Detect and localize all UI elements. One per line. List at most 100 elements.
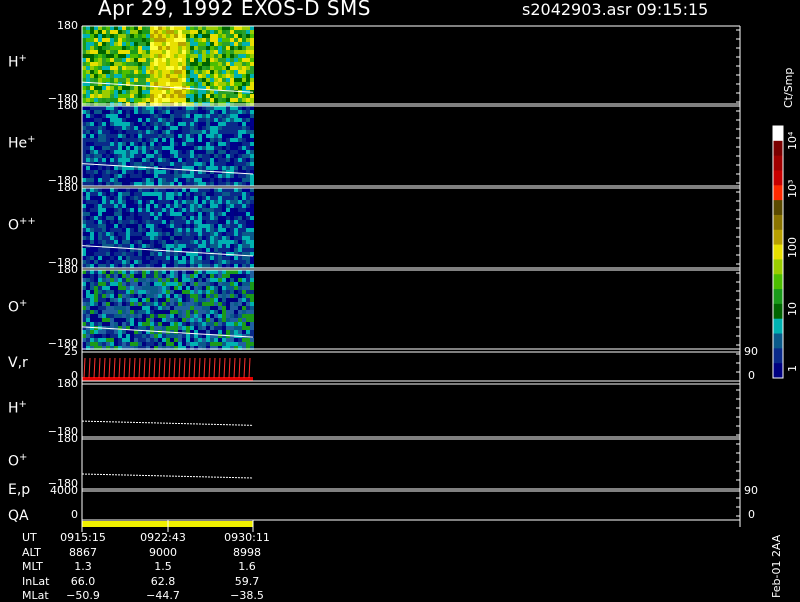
spectrogram-cell <box>118 298 122 302</box>
spectrogram-cell <box>86 224 90 228</box>
spectrogram-cell <box>210 240 214 244</box>
spectrogram-cell <box>222 306 226 310</box>
spectrogram-cell <box>158 98 162 102</box>
spectrogram-cell <box>146 90 150 94</box>
spectrogram-cell <box>166 264 170 268</box>
spectrogram-cell <box>122 162 126 166</box>
spectrogram-cell <box>206 216 210 220</box>
spectrogram-cell <box>210 58 214 62</box>
spectrogram-cell <box>110 50 114 54</box>
spectrogram-cell <box>142 118 146 122</box>
spectrogram-cell <box>230 232 234 236</box>
spectrogram-cell <box>238 114 242 118</box>
spectrogram-cell <box>250 130 254 134</box>
spectrogram-cell <box>94 330 98 334</box>
spectrogram-cell <box>178 338 182 342</box>
spectrogram-cell <box>98 38 102 42</box>
spectrogram-cell <box>210 326 214 330</box>
spectrogram-cell <box>214 178 218 182</box>
spectrogram-cell <box>98 58 102 62</box>
spectrogram-cell <box>154 306 158 310</box>
spectrogram-cell <box>94 294 98 298</box>
spectrogram-cell <box>82 188 86 192</box>
spectrogram-cell <box>134 306 138 310</box>
spectrogram-cell <box>158 58 162 62</box>
spectrogram-cell <box>130 30 134 34</box>
spectrogram-cell <box>98 196 102 200</box>
spectrogram-cell <box>190 188 194 192</box>
spectrogram-cell <box>146 82 150 86</box>
spectrogram-cell <box>190 278 194 282</box>
spectrogram-cell <box>230 278 234 282</box>
spectrogram-cell <box>194 94 198 98</box>
spectrogram-cell <box>210 310 214 314</box>
spectrogram-cell <box>202 282 206 286</box>
spectrogram-cell <box>186 228 190 232</box>
spectrogram-cell <box>210 138 214 142</box>
spectrogram-cell <box>94 90 98 94</box>
spectrogram-cell <box>118 232 122 236</box>
spectrogram-cell <box>190 290 194 294</box>
spectrogram-cell <box>150 314 154 318</box>
spectrogram-cell <box>210 130 214 134</box>
spectrogram-cell <box>146 106 150 110</box>
spectrogram-cell <box>86 86 90 90</box>
spectrogram-cell <box>226 130 230 134</box>
spectrogram-cell <box>230 290 234 294</box>
spectrogram-cell <box>106 42 110 46</box>
spectrogram-cell <box>134 154 138 158</box>
spectrogram-cell <box>158 142 162 146</box>
spectrogram-cell <box>134 310 138 314</box>
spectrogram-cell <box>230 86 234 90</box>
spectrogram-cell <box>210 46 214 50</box>
spectrogram-cell <box>114 236 118 240</box>
spectrogram-cell <box>202 208 206 212</box>
spectrogram-cell <box>114 158 118 162</box>
spectrogram-cell <box>246 278 250 282</box>
spectrogram-cell <box>214 228 218 232</box>
spectrogram-cell <box>194 212 198 216</box>
spectrogram-cell <box>242 314 246 318</box>
spectrogram-cell <box>162 192 166 196</box>
spectrogram-cell <box>226 78 230 82</box>
spectrogram-cell <box>126 42 130 46</box>
spectrogram-cell <box>114 30 118 34</box>
spectrogram-cell <box>134 252 138 256</box>
spectrogram-cell <box>82 30 86 34</box>
spectrogram-cell <box>170 236 174 240</box>
spectrogram-cell <box>174 278 178 282</box>
spectrogram-cell <box>146 154 150 158</box>
spectrogram-cell <box>110 54 114 58</box>
spectrogram-cell <box>246 330 250 334</box>
spectrogram-cell <box>210 178 214 182</box>
spectrogram-cell <box>170 244 174 248</box>
spectrogram-cell <box>102 282 106 286</box>
spectrogram-cell <box>102 306 106 310</box>
spectrogram-plot <box>81 25 784 532</box>
spectrogram-cell <box>90 264 94 268</box>
spectrogram-cell <box>94 138 98 142</box>
spectrogram-cell <box>202 216 206 220</box>
spectrogram-cell <box>134 62 138 66</box>
spectrogram-cell <box>194 240 198 244</box>
spectrogram-cell <box>186 58 190 62</box>
spectrogram-cell <box>134 26 138 30</box>
spectrogram-cell <box>114 142 118 146</box>
spectrogram-cell <box>222 182 226 186</box>
spectrogram-cell <box>142 170 146 174</box>
spectrogram-cell <box>186 78 190 82</box>
spectrogram-cell <box>250 260 254 264</box>
spectrogram-cell <box>222 74 226 78</box>
spectrogram-cell <box>130 34 134 38</box>
spectrogram-cell <box>114 310 118 314</box>
spectrogram-cell <box>162 318 166 322</box>
spectrogram-cell <box>106 256 110 260</box>
spectrogram-cell <box>186 66 190 70</box>
spectrogram-cell <box>118 94 122 98</box>
spectrogram-cell <box>242 166 246 170</box>
spectrogram-cell <box>102 264 106 268</box>
spectrogram-cell <box>114 302 118 306</box>
spectrogram-cell <box>94 38 98 42</box>
spectrogram-cell <box>138 252 142 256</box>
spectrogram-cell <box>118 150 122 154</box>
